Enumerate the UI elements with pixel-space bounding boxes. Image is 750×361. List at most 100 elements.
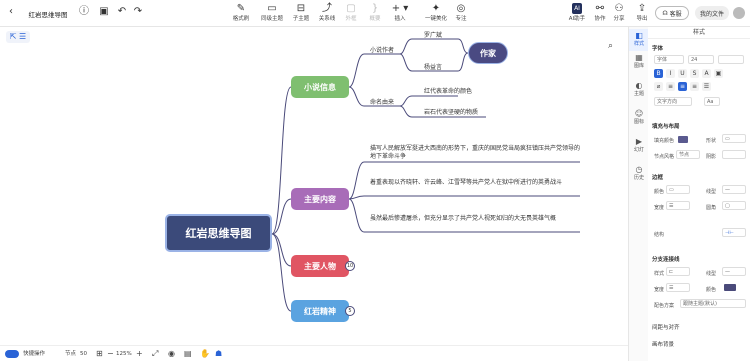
beautify-button[interactable]: ✦ 一键美化 — [424, 3, 448, 22]
font-size-select[interactable]: 24 — [688, 55, 714, 64]
quick-action-toggle[interactable] — [5, 350, 19, 358]
root-node[interactable]: 红岩思维导图 — [165, 214, 272, 252]
collapsed-count-badge[interactable]: 10 — [345, 261, 355, 271]
format-painter-button[interactable]: ✎ 格式刷 — [230, 3, 252, 22]
zoom-in-icon[interactable]: + — [136, 349, 143, 359]
background-section-title[interactable]: 画布背景 — [652, 340, 674, 348]
export-button[interactable]: ⇪ 导出 — [634, 3, 650, 22]
border-color-select[interactable]: ▭ — [666, 185, 690, 194]
locate-icon[interactable]: ◉ — [168, 349, 175, 359]
fit-icon[interactable]: ⊞ — [96, 349, 103, 359]
magic-icon: ✦ — [431, 3, 441, 14]
text-case-select[interactable]: Aa — [704, 97, 720, 106]
shadow-select[interactable] — [722, 150, 746, 159]
shape-select[interactable]: ▭ — [722, 134, 746, 143]
branch-color-swatch[interactable] — [724, 284, 736, 291]
brush-icon: ✎ — [236, 3, 246, 14]
ai-button[interactable]: AI AI助手 — [566, 3, 588, 22]
bold-button[interactable]: B — [654, 69, 663, 78]
collab-button[interactable]: ⚯ 协作 — [591, 3, 609, 22]
author-tag-node[interactable]: 作家 — [468, 42, 508, 64]
outline-button[interactable]: ▢ 外框 — [342, 3, 360, 22]
branch-section-title[interactable]: 分支连接线 — [652, 255, 680, 263]
structure-select[interactable]: ⊣⊢ — [722, 228, 746, 237]
leaf-content[interactable]: 描写人民解放军挺进大西南的形势下，重庆的国民党当局疯狂镇压共产党领导的地下革命斗… — [370, 145, 580, 161]
align-left-button[interactable]: ≡ — [666, 82, 675, 91]
font-section-title[interactable]: 字体 — [652, 44, 663, 52]
node-style-select[interactable]: 节点 — [676, 150, 700, 159]
share-icon: ⚯ — [595, 3, 605, 14]
corner-select[interactable]: ▢ — [722, 201, 746, 210]
font-family-select[interactable]: 字体 — [654, 55, 684, 64]
same-topic-button[interactable]: ▭ 同级主题 — [260, 3, 284, 22]
spacing-section-title[interactable]: 间距与对齐 — [652, 323, 680, 331]
zoom-out-icon[interactable]: − — [107, 349, 114, 359]
leaf-content[interactable]: 虽然最后惨遭屠杀，但充分显示了共产党人视死如归的大无畏英雄气概 — [370, 215, 580, 223]
tab-gallery[interactable]: ▦ 图库 — [629, 53, 649, 73]
fullscreen-icon[interactable]: ⤢ — [152, 349, 158, 359]
panel-title: 样式 — [648, 27, 750, 39]
font-weight-select[interactable] — [718, 55, 744, 64]
service-button[interactable]: ☊ 客服 — [655, 6, 689, 20]
font-color-button[interactable]: A — [702, 69, 711, 78]
leaf-content[interactable]: 着重表现以齐晓轩、许云峰、江雪琴等共产党人在狱中所进行的英勇战斗 — [370, 179, 580, 187]
export-icon: ⇪ — [637, 3, 647, 14]
back-icon[interactable]: ‹ — [4, 6, 18, 17]
document-title[interactable]: 红岩思维导图 — [24, 9, 72, 19]
strike-button[interactable]: S — [690, 69, 699, 78]
save-icon[interactable]: ▣ — [98, 6, 110, 17]
border-section-title[interactable]: 边框 — [652, 173, 663, 181]
undo-icon[interactable]: ↶ — [116, 6, 128, 17]
leaf-author[interactable]: 罗广斌 — [424, 32, 442, 40]
branch-width-select[interactable]: ☰ — [666, 283, 690, 292]
italic-button[interactable]: I — [666, 69, 675, 78]
fill-section-title[interactable]: 填充与布局 — [652, 122, 680, 130]
border-line-select[interactable]: — — [722, 185, 746, 194]
underline-button[interactable]: U — [678, 69, 687, 78]
leaf-origin[interactable]: 红代表革命的颜色 — [424, 88, 472, 96]
tab-theme[interactable]: ◐ 主题 — [629, 81, 649, 101]
fill-color-swatch[interactable] — [678, 136, 688, 143]
leaf-author[interactable]: 杨益言 — [424, 64, 442, 72]
hand-icon[interactable]: ✋ — [200, 349, 210, 359]
side-panel-tabs: ◧ 样式 ▦ 图库 ◐ 主题 ☺ 图标 ▶ 幻灯 ◷ 历史 — [628, 27, 649, 361]
tab-style[interactable]: ◧ 样式 — [629, 29, 649, 51]
share-button[interactable]: ⚇ 分享 — [611, 3, 627, 22]
mindmap-canvas[interactable]: ⇱ ☰ ⌕ 红岩思维导图 小说信息 主要内容 主要人物 红岩精神 10 5 小说… — [0, 27, 628, 345]
branch-line-select[interactable]: — — [722, 267, 746, 276]
tab-icons[interactable]: ☺ 图标 — [629, 109, 649, 129]
robot-icon[interactable]: ☗ — [215, 349, 222, 359]
branch-novel-info[interactable]: 小说信息 — [291, 76, 349, 98]
border-width-select[interactable]: ☰ — [666, 201, 690, 210]
insert-button[interactable]: + ▾ 插入 — [390, 3, 410, 22]
collapsed-count-badge[interactable]: 5 — [345, 306, 355, 316]
align-right-button[interactable]: ≡ — [690, 82, 699, 91]
branch-style-select[interactable]: ⊏ — [666, 267, 690, 276]
top-toolbar: ‹ 红岩思维导图 ⓘ ▣ ↶ ↷ ✎ 格式刷 ▭ 同级主题 ⊟ 子主题 ⤴ 关系线 ▢ 外… — [0, 0, 750, 27]
branch-spirit[interactable]: 红岩精神 — [291, 300, 349, 322]
leaf-name-origin[interactable]: 命名由来 — [370, 99, 394, 107]
relation-button[interactable]: ⤴ 关系线 — [316, 3, 338, 22]
highlight-button[interactable]: ▣ — [714, 69, 723, 78]
focus-button[interactable]: ◎ 专注 — [452, 3, 470, 22]
align-center-button[interactable]: ≡ — [678, 82, 687, 91]
text-direction-select[interactable]: 文字方向 — [654, 97, 692, 106]
info-icon[interactable]: ⓘ — [78, 6, 90, 17]
avatar[interactable] — [733, 7, 745, 19]
map-icon[interactable]: ▤ — [184, 349, 192, 359]
branch-main-content[interactable]: 主要内容 — [291, 188, 349, 210]
my-files-button[interactable]: 我的文件 — [695, 6, 729, 20]
summary-button[interactable]: } 概要 — [366, 3, 384, 22]
redo-icon[interactable]: ↷ — [132, 6, 144, 17]
clear-format-button[interactable]: ⌀ — [654, 82, 663, 91]
zoom-level[interactable]: 125% — [116, 349, 132, 359]
leaf-origin[interactable]: 岩石代表坚硬的物质 — [424, 109, 478, 117]
subtopic-icon: ⊟ — [296, 3, 306, 14]
tab-slides[interactable]: ▶ 幻灯 — [629, 137, 649, 157]
color-scheme-select[interactable]: 跟随主题(默认) — [680, 299, 746, 308]
list-button[interactable]: ☰ — [702, 82, 711, 91]
sub-topic-button[interactable]: ⊟ 子主题 — [290, 3, 312, 22]
leaf-author-label[interactable]: 小说作者 — [370, 47, 394, 55]
branch-main-characters[interactable]: 主要人物 — [291, 255, 349, 277]
tab-history[interactable]: ◷ 历史 — [629, 165, 649, 185]
